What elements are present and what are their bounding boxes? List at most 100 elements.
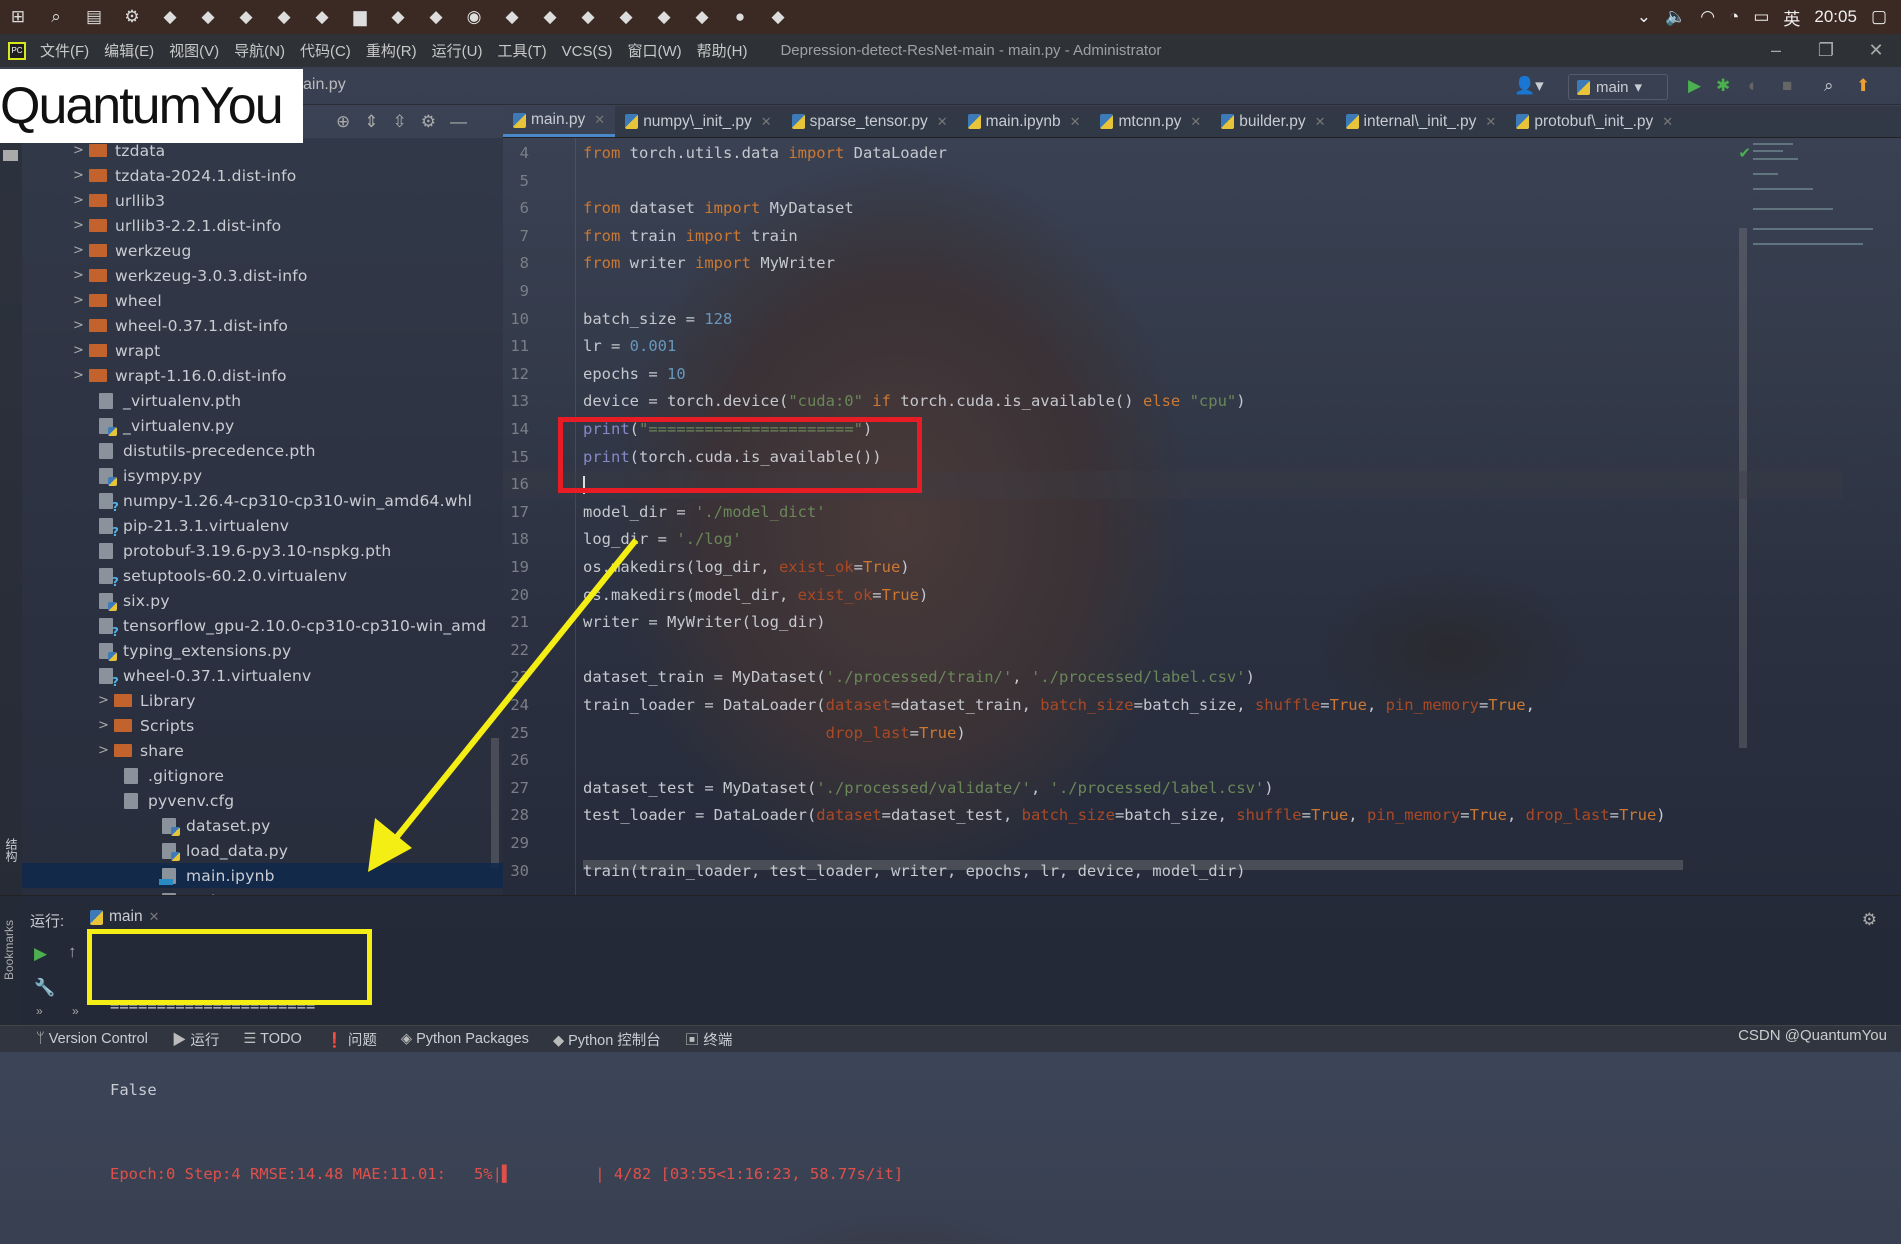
tree-item[interactable]: main.ipynb xyxy=(22,863,503,888)
close-tab-icon[interactable]: ✕ xyxy=(1190,114,1201,130)
run-icon[interactable]: ▶ xyxy=(1688,76,1701,96)
folder-icon[interactable]: ▆ xyxy=(348,5,372,29)
edge-icon[interactable]: ◉ xyxy=(462,5,486,29)
tree-item[interactable]: > werkzeug xyxy=(73,238,192,263)
tree-item[interactable]: pip-21.3.1.virtualenv xyxy=(97,513,289,539)
tree-item[interactable]: > Scripts xyxy=(98,713,194,738)
tree-item[interactable]: numpy-1.26.4-cp310-cp310-win_amd64.whl xyxy=(97,488,472,514)
close-tab-icon[interactable]: ✕ xyxy=(937,114,948,130)
coverage-icon[interactable]: ◐ xyxy=(1748,76,1758,96)
tree-item[interactable]: > urllib3 xyxy=(73,188,165,213)
app-icon[interactable]: ◆ xyxy=(196,5,220,29)
menu-item[interactable]: 帮助(H) xyxy=(697,43,748,60)
editor-tab[interactable]: internal\_init_.py ✕ xyxy=(1336,106,1507,137)
code-editor[interactable]: ✔ 4 from torch.utils.data import DataLoad… xyxy=(503,138,1901,895)
app-icon[interactable]: ◆ xyxy=(500,5,524,29)
chevron-right-icon[interactable]: > xyxy=(73,293,89,308)
tree-item[interactable]: tensorflow_gpu-2.10.0-cp310-cp310-win_am… xyxy=(97,613,486,639)
chevron-right-icon[interactable]: > xyxy=(73,168,89,183)
ime-indicator[interactable]: 英 xyxy=(1783,5,1800,30)
breadcrumb[interactable]: ain.py xyxy=(303,76,346,94)
chevron-right-icon[interactable]: > xyxy=(73,268,89,283)
tree-item[interactable]: dataset.py xyxy=(160,813,271,838)
tree-item[interactable]: wheel-0.37.1.virtualenv xyxy=(97,663,311,689)
statusbar-item[interactable]: ᛘ Version Control xyxy=(36,1031,148,1047)
search-icon[interactable]: ⌕ xyxy=(1824,76,1834,96)
tree-item[interactable]: six.py xyxy=(97,588,170,613)
tree-item[interactable]: .gitignore xyxy=(122,763,224,788)
bookmarks-tab[interactable]: Bookmarks xyxy=(2,920,16,980)
app-icon[interactable]: ◆ xyxy=(652,5,676,29)
app-icon[interactable]: ◆ xyxy=(158,5,182,29)
close-tab-icon[interactable]: ✕ xyxy=(1315,114,1326,130)
editor-tab[interactable]: main.py ✕ xyxy=(503,106,616,137)
tree-item[interactable]: main.py xyxy=(160,888,250,895)
tree-item[interactable]: typing_extensions.py xyxy=(97,638,291,663)
chevron-right-icon[interactable]: > xyxy=(73,343,89,358)
task-view-icon[interactable]: ▤ xyxy=(82,5,106,29)
close-tab-icon[interactable]: ✕ xyxy=(1662,114,1673,130)
statusbar-item[interactable]: ▣ 终端 xyxy=(685,1029,733,1050)
menu-item[interactable]: 导航(N) xyxy=(234,43,285,60)
search-icon[interactable]: ⌕ xyxy=(44,5,68,29)
app-icon[interactable]: ◆ xyxy=(272,5,296,29)
minimize-button[interactable]: – xyxy=(1751,34,1801,67)
wechat-icon[interactable]: ● xyxy=(728,5,752,29)
menu-item[interactable]: 代码(C) xyxy=(300,43,351,60)
update-icon[interactable]: ⬆ xyxy=(1856,76,1870,96)
chevron-right-icon[interactable]: > xyxy=(98,743,114,758)
editor-tab[interactable]: mtcnn.py ✕ xyxy=(1090,106,1211,137)
project-icon[interactable] xyxy=(3,150,18,161)
chevron-right-icon[interactable]: > xyxy=(73,193,89,208)
collapse-all-icon[interactable]: ⇳ xyxy=(393,112,407,132)
menu-item[interactable]: 重构(R) xyxy=(366,43,417,60)
app-icon[interactable]: ◆ xyxy=(234,5,258,29)
tree-item[interactable]: pyvenv.cfg xyxy=(122,788,234,813)
editor-tab[interactable]: numpy\_init_.py ✕ xyxy=(615,106,781,137)
tree-item[interactable]: setuptools-60.2.0.virtualenv xyxy=(97,563,347,589)
statusbar-item[interactable]: ❗ 问题 xyxy=(326,1029,377,1050)
tree-item[interactable]: distutils-precedence.pth xyxy=(97,438,316,463)
tree-item[interactable]: > Library xyxy=(98,688,196,713)
close-icon[interactable]: ✕ xyxy=(149,909,160,925)
editor-tab[interactable]: protobuf\_init_.py ✕ xyxy=(1506,106,1683,137)
tree-item[interactable]: > werkzeug-3.0.3.dist-info xyxy=(73,263,308,288)
chevron-right-icon[interactable]: > xyxy=(73,218,89,233)
more-icon[interactable]: » xyxy=(36,1004,43,1018)
close-tab-icon[interactable]: ✕ xyxy=(1485,114,1496,130)
app-icon[interactable]: ◆ xyxy=(310,5,334,29)
sublime-icon[interactable]: ◆ xyxy=(538,5,562,29)
tree-item[interactable]: > share xyxy=(98,738,184,763)
editor-tab[interactable]: sparse_tensor.py ✕ xyxy=(782,106,958,137)
rerun-icon[interactable]: ▶ xyxy=(34,944,47,964)
app-icon[interactable]: ◆ xyxy=(614,5,638,29)
wifi-icon[interactable]: ◠ xyxy=(1700,7,1715,27)
statusbar-item[interactable]: ▶ 运行 xyxy=(172,1029,220,1050)
hide-icon[interactable]: — xyxy=(450,112,467,132)
statusbar-item[interactable]: ◆ Python 控制台 xyxy=(553,1029,661,1050)
close-tab-icon[interactable]: ✕ xyxy=(761,114,772,130)
menu-item[interactable]: 视图(V) xyxy=(169,43,219,60)
menu-item[interactable]: 工具(T) xyxy=(497,43,546,60)
run-tab-main[interactable]: main ✕ xyxy=(90,908,160,926)
pycharm-icon[interactable]: ◆ xyxy=(576,5,600,29)
expand-all-icon[interactable]: ⇕ xyxy=(364,112,378,132)
clock[interactable]: 20:05 xyxy=(1814,7,1857,27)
tree-item[interactable]: > wheel-0.37.1.dist-info xyxy=(73,313,288,338)
structure-label[interactable]: 结构 xyxy=(3,838,20,862)
menu-item[interactable]: 文件(F) xyxy=(40,43,89,60)
user-icon[interactable]: 👤▾ xyxy=(1514,76,1544,96)
tree-item[interactable]: > tzdata-2024.1.dist-info xyxy=(73,163,296,188)
editor-tab[interactable]: builder.py ✕ xyxy=(1211,106,1335,137)
menu-item[interactable]: 窗口(W) xyxy=(627,43,681,60)
chevron-right-icon[interactable]: > xyxy=(98,718,114,733)
tree-item[interactable]: _virtualenv.pth xyxy=(97,388,241,413)
editor-tab[interactable]: main.ipynb ✕ xyxy=(958,106,1091,137)
gear-icon[interactable]: ⚙ xyxy=(120,5,144,29)
close-tab-icon[interactable]: ✕ xyxy=(1070,114,1081,130)
app-icon[interactable]: ◆ xyxy=(424,5,448,29)
chevron-up-icon[interactable]: ⌄ xyxy=(1637,7,1651,27)
chevron-right-icon[interactable]: > xyxy=(73,368,89,383)
volume-icon[interactable]: 🔈 xyxy=(1665,7,1686,27)
clock-app-icon[interactable]: ◔ xyxy=(1729,7,1739,27)
